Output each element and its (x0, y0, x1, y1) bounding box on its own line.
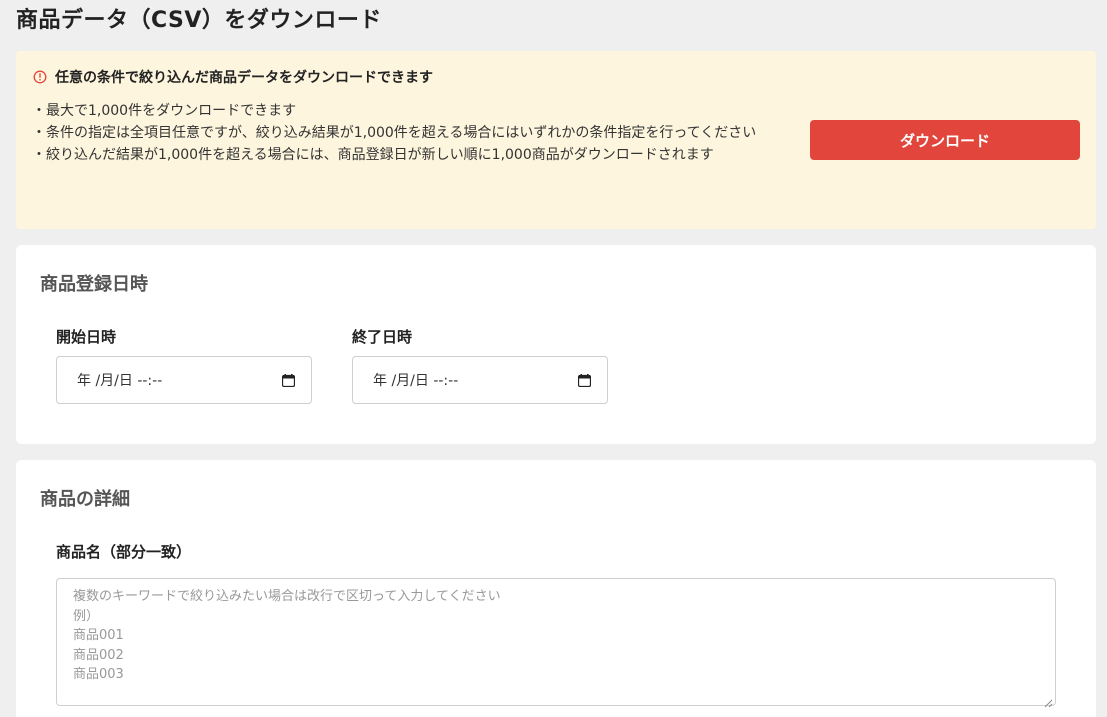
notice-heading-text: 任意の条件で絞り込んだ商品データをダウンロードできます (55, 70, 433, 86)
product-name-textarea[interactable]: 複数のキーワードで絞り込みたい場合は改行で区切って入力してください 例） 商品0… (56, 578, 1056, 708)
placeholder-line: 商品001 (73, 628, 124, 643)
info-circle-icon (33, 70, 47, 84)
resize-handle-icon[interactable] (1043, 693, 1053, 708)
placeholder-line: 商品002 (73, 647, 124, 663)
placeholder-line: 商品003 (73, 667, 124, 682)
notice-item: 絞り込んだ結果が1,000件を超える場合には、商品登録日が新しい順に1,000商… (32, 144, 812, 166)
placeholder-line: 例） (73, 608, 100, 624)
notice-panel: 任意の条件で絞り込んだ商品データをダウンロードできます 最大で1,000件をダウ… (16, 51, 1096, 229)
start-datetime-value: 年 /月/日 --:-- (77, 373, 163, 389)
product-details-card: 商品の詳細 商品名（部分一致） 複数のキーワードで絞り込みたい場合は改行で区切っ… (16, 460, 1096, 717)
product-name-label: 商品名（部分一致） (56, 543, 192, 561)
notice-item: 最大で1,000件をダウンロードできます (32, 100, 812, 122)
page-title: 商品データ（CSV）をダウンロード (16, 8, 382, 33)
details-section-title: 商品の詳細 (40, 489, 130, 510)
registration-section-title: 商品登録日時 (40, 274, 148, 295)
end-datetime-value: 年 /月/日 --:-- (373, 373, 459, 389)
notice-heading: 任意の条件で絞り込んだ商品データをダウンロードできます (33, 67, 433, 87)
notice-item: 条件の指定は全項目任意ですが、絞り込み結果が1,000件を超える場合にはいずれか… (32, 122, 812, 144)
notice-list: 最大で1,000件をダウンロードできます 条件の指定は全項目任意ですが、絞り込み… (32, 100, 812, 166)
end-datetime-label: 終了日時 (352, 328, 413, 346)
end-datetime-input[interactable]: 年 /月/日 --:-- (352, 356, 608, 404)
registration-date-card: 商品登録日時 開始日時 年 /月/日 --:-- 終了日時 年 /月/日 --:… (16, 245, 1096, 444)
calendar-icon[interactable] (281, 373, 296, 387)
download-button[interactable]: ダウンロード (810, 120, 1080, 160)
placeholder-line: 複数のキーワードで絞り込みたい場合は改行で区切って入力してください (73, 589, 501, 604)
start-datetime-input[interactable]: 年 /月/日 --:-- (56, 356, 312, 404)
calendar-icon[interactable] (577, 373, 592, 387)
start-datetime-label: 開始日時 (56, 328, 117, 346)
page: 商品データ（CSV）をダウンロード 任意の条件で絞り込んだ商品データをダウンロー… (0, 0, 1107, 717)
